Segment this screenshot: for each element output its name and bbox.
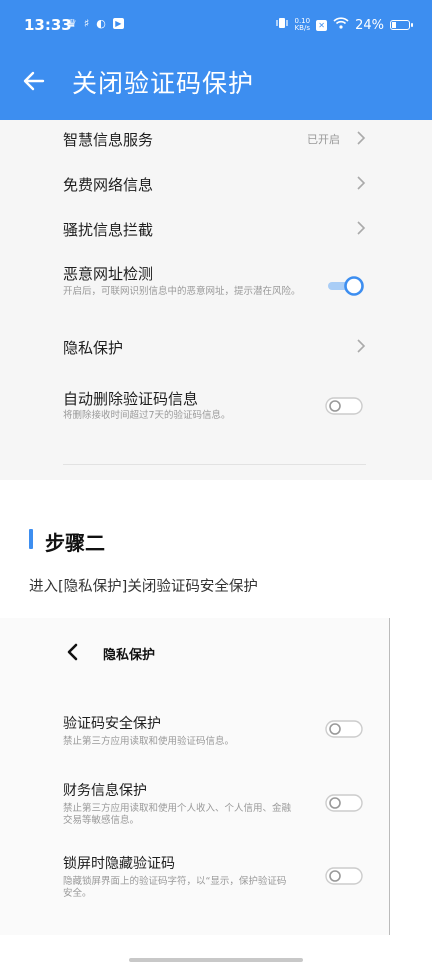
harassment-block-label[interactable]: 骚扰信息拦截 <box>63 219 153 240</box>
chevron-right-icon[interactable] <box>356 131 366 145</box>
auto-delete-desc: 将删除接收时间超过7天的验证码信息。 <box>63 410 231 421</box>
chevron-left-icon[interactable] <box>66 642 80 662</box>
privacy-item-label: 锁屏时隐藏验证码 <box>63 856 175 872</box>
smart-info-label[interactable]: 智慧信息服务 <box>63 129 153 150</box>
page-title: 关闭验证码保护 <box>72 69 255 98</box>
free-network-label[interactable]: 免费网络信息 <box>63 174 153 195</box>
status-time: 13:33 <box>24 16 72 34</box>
app-header: 13:33 ♛ ♯ ◐ ▶ 0.10 KB/s ✕ 24% 关闭验证码保护 <box>0 0 432 120</box>
auto-delete-toggle[interactable] <box>324 395 364 417</box>
privacy-item-label: 验证码安全保护 <box>63 716 161 732</box>
play-app-icon: ▶ <box>112 18 124 29</box>
malicious-url-label: 恶意网址检测 <box>63 265 154 283</box>
status-bar: 13:33 ♛ ♯ ◐ ▶ 0.10 KB/s ✕ 24% <box>0 0 432 50</box>
app-notification-icon: ♯ <box>83 17 90 30</box>
privacy-protection-label[interactable]: 隐私保护 <box>63 337 123 358</box>
home-indicator[interactable] <box>129 958 303 962</box>
auto-delete-label: 自动删除验证码信息 <box>63 390 199 408</box>
lockscreen-hide-code-toggle[interactable] <box>324 865 364 887</box>
privacy-item-desc: 禁止第三方应用读取和使用验证码信息。 <box>63 736 235 747</box>
network-speed-unit: KB/s <box>294 24 310 32</box>
privacy-screen-title: 隐私保护 <box>103 648 156 663</box>
chevron-right-icon[interactable] <box>356 339 366 353</box>
malicious-url-toggle[interactable] <box>326 275 366 297</box>
leaf-app-icon: ◐ <box>96 17 106 30</box>
crown-icon: ♛ <box>67 17 77 30</box>
step-description: 进入[隐私保护]关闭验证码安全保护 <box>29 579 258 595</box>
chevron-right-icon[interactable] <box>356 176 366 190</box>
chevron-right-icon[interactable] <box>356 221 366 235</box>
system-icons: 0.10 KB/s ✕ 24% <box>275 16 413 34</box>
privacy-item-label: 财务信息保护 <box>63 783 147 799</box>
privacy-item-desc: 隐藏锁屏界面上的验证码字符，以“显示，保护验证码安全。 <box>63 876 287 899</box>
malicious-url-desc: 开启后，可联网识别信息中的恶意网址，提示潜在风险。 <box>63 286 301 297</box>
battery-percent: 24% <box>355 17 384 33</box>
step-title: 步骤二 <box>45 531 105 555</box>
no-sim-icon: ✕ <box>316 19 328 31</box>
back-arrow-icon[interactable] <box>18 64 50 98</box>
privacy-item-desc: 禁止第三方应用读取和使用个人收入、个人信用、金融交易等敏感信息。 <box>63 803 292 826</box>
network-speed: 0.10 KB/s <box>295 18 311 32</box>
divider <box>63 464 366 465</box>
wifi-icon <box>333 17 349 33</box>
financial-protection-toggle[interactable] <box>324 792 364 814</box>
section-accent-bar <box>29 529 33 549</box>
battery-icon <box>390 20 413 30</box>
smart-info-status: 已开启 <box>307 133 340 146</box>
notification-icons: ♛ ♯ ◐ ▶ <box>67 17 124 30</box>
vibrate-icon <box>275 16 289 34</box>
sms-code-protection-toggle[interactable] <box>324 718 364 740</box>
